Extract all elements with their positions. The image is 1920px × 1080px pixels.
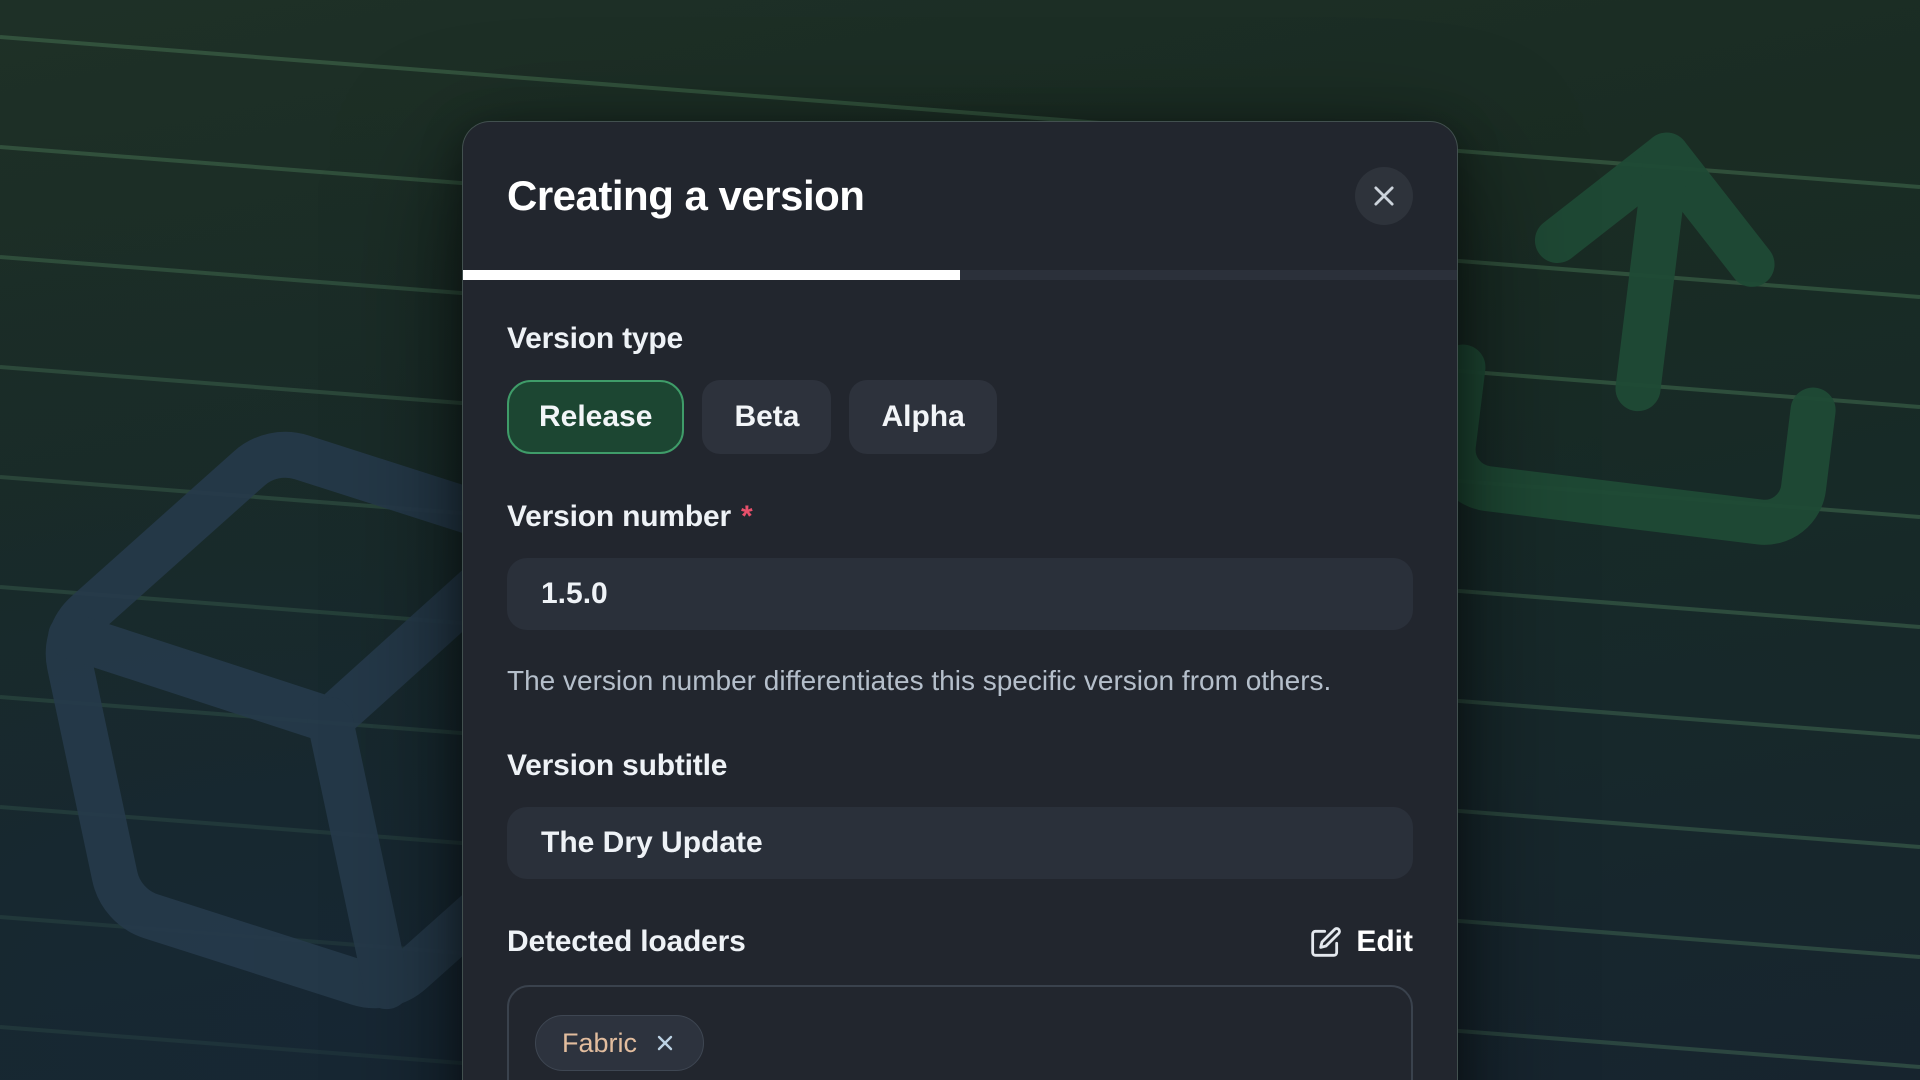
create-version-modal: Creating a version Version type Release … [462, 121, 1458, 1080]
required-asterisk: * [741, 500, 753, 534]
version-number-label: Version number [507, 500, 731, 534]
version-type-option-release[interactable]: Release [507, 380, 684, 454]
version-subtitle-label: Version subtitle [507, 749, 1413, 783]
remove-loader-button[interactable] [653, 1031, 677, 1055]
modal-content: Version type Release Beta Alpha Version … [463, 280, 1457, 1080]
close-button[interactable] [1355, 167, 1413, 225]
progress-fill [463, 270, 960, 280]
version-subtitle-input[interactable] [507, 807, 1413, 879]
progress-bar [463, 270, 1457, 280]
version-type-selector: Release Beta Alpha [507, 380, 1413, 454]
detected-loaders-box: Fabric [507, 985, 1413, 1080]
edit-pencil-icon [1310, 926, 1342, 958]
version-type-option-beta[interactable]: Beta [702, 380, 831, 454]
detected-loaders-row: Detected loaders Edit [507, 925, 1413, 959]
close-icon [1370, 182, 1398, 210]
version-number-help: The version number differentiates this s… [507, 658, 1357, 703]
modal-title: Creating a version [507, 172, 864, 220]
edit-button-label: Edit [1356, 925, 1413, 959]
screen-background: Creating a version Version type Release … [0, 0, 1920, 1080]
detected-loaders-label: Detected loaders [507, 925, 746, 959]
version-number-input[interactable] [507, 558, 1413, 630]
modal-header: Creating a version [463, 122, 1457, 270]
version-type-label: Version type [507, 322, 1413, 356]
remove-x-icon [653, 1031, 677, 1055]
loader-tag-label: Fabric [562, 1028, 637, 1059]
version-type-option-alpha[interactable]: Alpha [849, 380, 996, 454]
loader-tag-fabric: Fabric [535, 1015, 704, 1071]
version-number-label-row: Version number * [507, 500, 1413, 534]
edit-loaders-button[interactable]: Edit [1310, 925, 1413, 959]
